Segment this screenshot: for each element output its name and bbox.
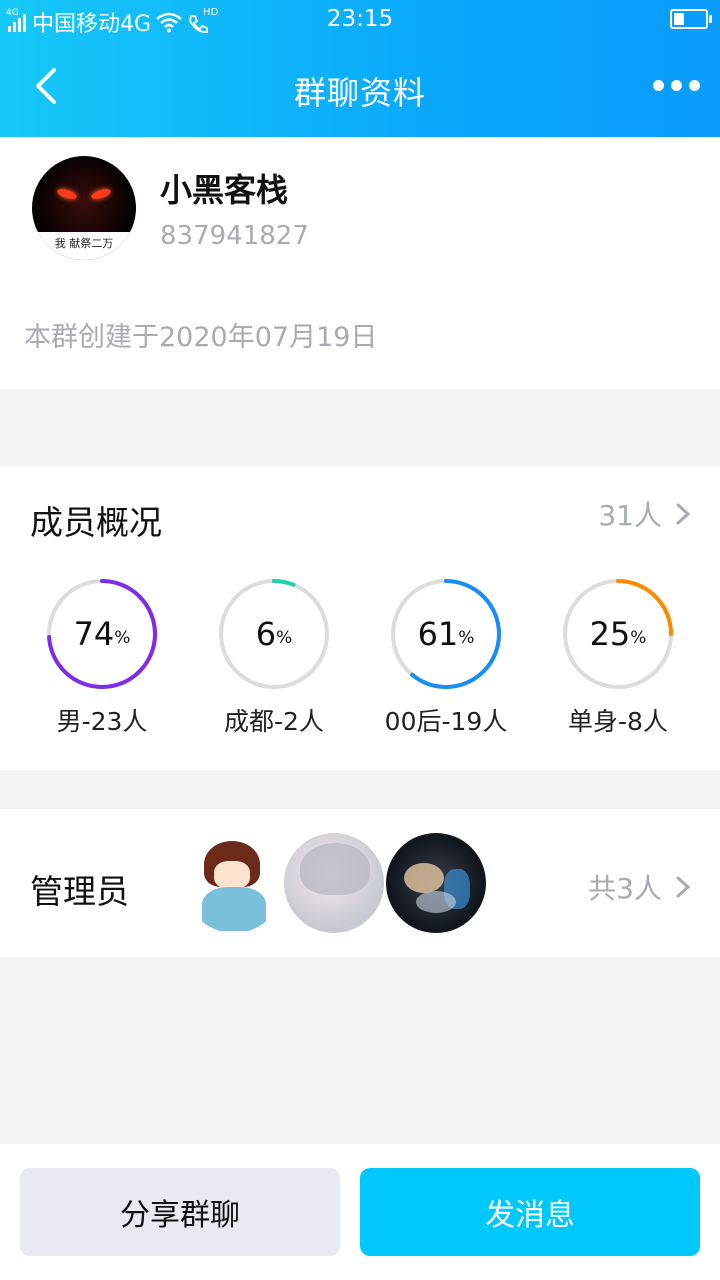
stat-percent: 74% (73, 615, 131, 653)
status-bar: 4G 中国移动4G HD 23:15 (0, 0, 720, 40)
chevron-right-icon (676, 876, 691, 898)
admin-count-link[interactable]: 共3人 (588, 867, 694, 907)
avatar-caption: 我 献祭二万 (32, 232, 136, 260)
group-id: 837941827 (160, 221, 309, 251)
member-overview-title: 成员概况 (30, 503, 162, 542)
group-profile-card: 我 献祭二万 小黑客栈 837941827 本群创建于2020年07月19日 (0, 137, 720, 389)
stat-label: 男-23人 (56, 707, 148, 736)
chevron-right-icon (676, 503, 691, 525)
member-count: 31人 (598, 499, 662, 532)
admins-card[interactable]: 管理员 共3人 (0, 809, 720, 957)
admin-avatar[interactable] (284, 833, 384, 933)
stat-percent: 6% (255, 615, 293, 653)
status-time: 23:15 (326, 6, 394, 32)
member-overview-card[interactable]: 成员概况 31人 74% 男-23人 6% 成都-2人 61% 00后-19人 … (0, 466, 720, 770)
stat-label: 成都-2人 (224, 707, 324, 736)
group-avatar[interactable]: 我 献祭二万 (32, 156, 136, 260)
stat-percent: 25% (589, 615, 647, 653)
more-options-icon[interactable] (653, 80, 700, 91)
group-name: 小黑客栈 (160, 171, 289, 209)
admin-avatar[interactable] (184, 833, 284, 933)
page-title: 群聊资料 (293, 74, 426, 112)
admin-avatar[interactable] (386, 833, 486, 933)
header: 4G 中国移动4G HD 23:15 群聊资料 (0, 0, 720, 137)
admins-title: 管理员 (30, 872, 129, 911)
member-count-link[interactable]: 31人 (598, 494, 694, 534)
bottom-action-bar: 分享群聊 发消息 (0, 1144, 720, 1280)
send-message-button[interactable]: 发消息 (360, 1168, 700, 1256)
admin-count: 共3人 (588, 872, 662, 905)
stat-label: 00后-19人 (384, 707, 508, 736)
stat-label: 单身-8人 (568, 707, 668, 736)
battery-icon (670, 9, 712, 29)
share-group-button[interactable]: 分享群聊 (20, 1168, 340, 1256)
group-created-date: 本群创建于2020年07月19日 (24, 322, 378, 353)
stat-percent: 61% (417, 615, 475, 653)
